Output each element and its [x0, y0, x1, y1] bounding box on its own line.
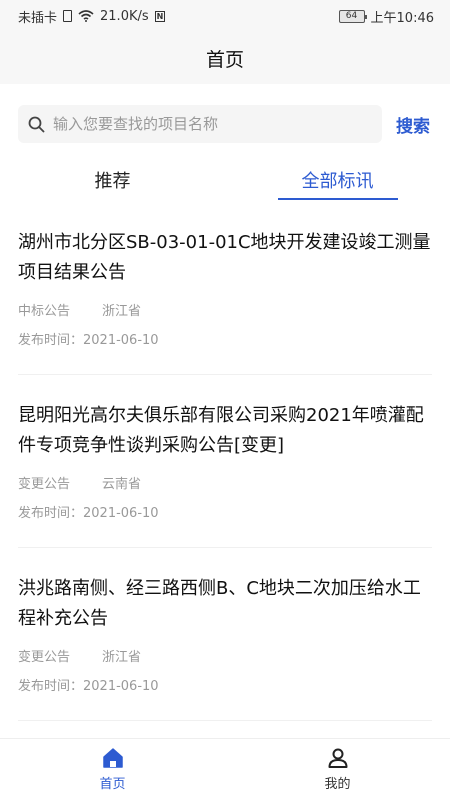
- item-meta: 变更公告 云南省: [18, 473, 432, 492]
- tab-all-bids[interactable]: 全部标讯: [225, 158, 450, 202]
- item-date: 发布时间：2021-06-10: [18, 506, 159, 521]
- search-row: 搜索: [0, 104, 450, 144]
- nav-label: 首页: [99, 777, 126, 792]
- tab-recommend[interactable]: 推荐: [0, 158, 225, 202]
- item-region: 浙江省: [102, 304, 142, 319]
- bid-list: 湖州市北分区SB-03-01-01C地块开发建设竣工测量项目结果公告 中标公告 …: [0, 202, 450, 721]
- clock: 上午10:46: [370, 10, 434, 26]
- item-type: 中标公告: [18, 304, 71, 319]
- battery-icon: 64: [338, 9, 367, 23]
- list-item[interactable]: 昆明阳光高尔夫俱乐部有限公司采购2021年喷灌配件专项竞争性谈判采购公告[变更]…: [18, 375, 432, 548]
- search-button[interactable]: 搜索: [396, 112, 430, 137]
- nav-label: 我的: [324, 777, 351, 792]
- list-item[interactable]: 湖州市北分区SB-03-01-01C地块开发建设竣工测量项目结果公告 中标公告 …: [18, 202, 432, 375]
- battery-level: 64: [345, 11, 358, 21]
- item-meta: 变更公告 浙江省: [18, 646, 432, 665]
- search-box[interactable]: [18, 105, 382, 143]
- bottom-nav: 首页 我的: [0, 738, 450, 800]
- nav-home[interactable]: 首页: [0, 739, 225, 800]
- item-title: 洪兆路南侧、经三路西侧B、C地块二次加压给水工程补充公告: [18, 578, 421, 629]
- item-region: 云南省: [102, 477, 142, 492]
- search-input[interactable]: [53, 115, 372, 133]
- tab-label: 推荐: [94, 171, 131, 192]
- user-icon: [328, 748, 347, 768]
- item-title: 湖州市北分区SB-03-01-01C地块开发建设竣工测量项目结果公告: [18, 232, 431, 283]
- carrier-text: 未插卡: [18, 10, 58, 26]
- nav-mine[interactable]: 我的: [225, 739, 450, 800]
- item-type: 变更公告: [18, 477, 71, 492]
- status-bar: 未插卡 21.0K/s N 64 上午10:46: [0, 0, 450, 32]
- sim-card-icon: [63, 10, 73, 22]
- nfc-icon: N: [154, 10, 166, 22]
- item-meta: 中标公告 浙江省: [18, 300, 432, 319]
- tab-label: 全部标讯: [301, 171, 374, 192]
- item-date: 发布时间：2021-06-10: [18, 333, 159, 348]
- status-right: 64 上午10:46: [338, 7, 434, 26]
- page-title: 首页: [205, 48, 244, 71]
- list-item[interactable]: 洪兆路南侧、经三路西侧B、C地块二次加压给水工程补充公告 变更公告 浙江省 发布…: [18, 548, 432, 721]
- home-icon: [102, 748, 123, 768]
- title-bar: 首页: [0, 32, 450, 84]
- search-icon: [28, 116, 45, 132]
- tab-bar: 推荐 全部标讯: [0, 158, 450, 202]
- wifi-icon: [78, 10, 94, 22]
- network-speed: 21.0K/s: [100, 8, 149, 24]
- item-type: 变更公告: [18, 650, 71, 665]
- item-title: 昆明阳光高尔夫俱乐部有限公司采购2021年喷灌配件专项竞争性谈判采购公告[变更]: [18, 405, 424, 456]
- status-left: 未插卡 21.0K/s N: [18, 7, 166, 26]
- item-date: 发布时间：2021-06-10: [18, 679, 159, 694]
- item-region: 浙江省: [102, 650, 142, 665]
